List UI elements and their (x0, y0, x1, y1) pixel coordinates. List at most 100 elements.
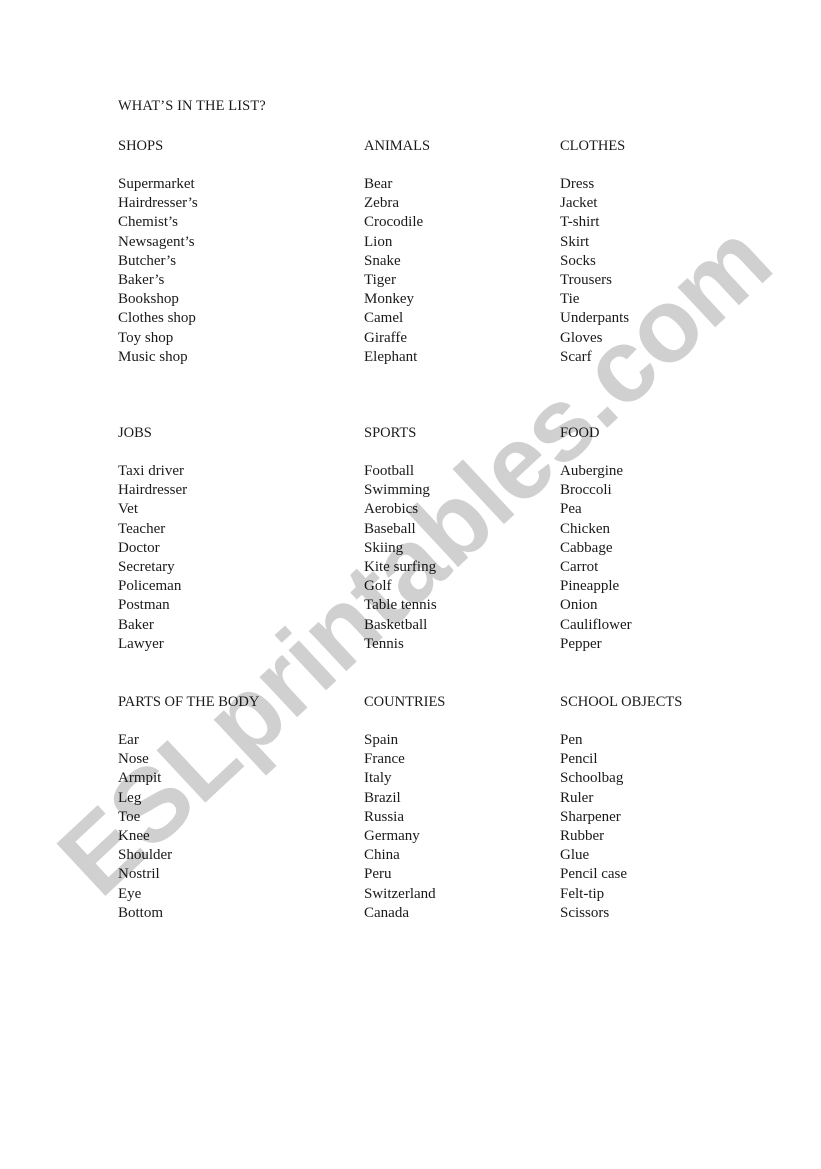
list-item: Crocodile (364, 214, 424, 231)
list-item: Broccoli (560, 482, 612, 499)
word-list: Supermarket Hairdresser’s Chemist’s Newsage… (118, 175, 198, 367)
section-animals: ANIMALS Bear Zebra Crocodile Lion Snake Tiger… (364, 137, 430, 367)
list-item: Pepper (560, 635, 602, 652)
word-list: Football Swimming Aerobics Baseball Skiing Ki… (364, 462, 437, 654)
section-shops: SHOPS Supermarket Hairdresser’s Chemist’s N… (118, 137, 198, 367)
list-item: Spain (364, 732, 399, 748)
list-item: Russia (364, 808, 405, 825)
list-item: Dress (560, 176, 595, 192)
list-item: Canada (364, 904, 409, 921)
list-item: Nose (118, 751, 149, 768)
list-item: Rubber (560, 827, 605, 844)
section-heading: JOBS (118, 425, 152, 441)
list-item: Toy shop (118, 329, 174, 346)
section-food: FOOD Aubergine Broccoli Pea Chicken Cabbage C… (560, 424, 632, 654)
section-heading: CLOTHES (560, 138, 626, 154)
worksheet-page: WHAT’S IN THE LIST? SHOPS Supermarket Hai… (0, 0, 821, 1169)
list-item: Pencil (560, 751, 598, 768)
list-item: T-shirt (560, 214, 600, 231)
list-item: Hairdresser’s (118, 195, 198, 212)
list-item: Aerobics (364, 501, 419, 518)
word-list: Pen Pencil Schoolbag Ruler Sharpener Rubber Gl… (560, 731, 682, 923)
list-item: Postman (118, 597, 170, 614)
section-clothes: CLOTHES Dress Jacket T-shirt Skirt Socks Trou… (560, 137, 629, 367)
list-item: Nostril (118, 866, 160, 883)
list-item: Tiger (364, 271, 396, 288)
list-item: Cauliflower (560, 616, 632, 633)
list-item: Gloves (560, 329, 603, 346)
list-item: Elephant (364, 348, 418, 365)
list-item: Ruler (560, 789, 594, 806)
section-sports: SPORTS Football Swimming Aerobics Baseball S… (364, 424, 437, 654)
section-heading: FOOD (560, 425, 600, 441)
list-item: Peru (364, 866, 392, 883)
list-item: Lawyer (118, 635, 164, 652)
list-item: Eye (118, 885, 142, 902)
page-title: WHAT’S IN THE LIST? (118, 98, 266, 114)
list-item: Leg (118, 789, 142, 806)
section-heading: SCHOOL OBJECTS (560, 694, 683, 710)
list-item: Sharpener (560, 808, 621, 825)
section-countries: COUNTRIES Spain France Italy Brazil Russia Ge… (364, 693, 445, 923)
list-item: Snake (364, 252, 401, 269)
list-item: Zebra (364, 195, 399, 212)
list-item: Armpit (118, 770, 162, 787)
word-list: Taxi driver Hairdresser Vet Teacher Doctor Se… (118, 462, 187, 654)
list-item: Germany (364, 827, 420, 844)
list-item: Newsagent’s (118, 233, 195, 250)
section-parts-of-the-body: PARTS OF THE BODY Ear Nose Armpit Leg Toe Kne… (118, 693, 259, 923)
section-jobs: JOBS Taxi driver Hairdresser Vet Teacher Doc… (118, 424, 187, 654)
list-item: Supermarket (118, 176, 195, 192)
list-item: Football (364, 463, 415, 479)
list-item: Pea (560, 501, 582, 518)
list-item: Felt-tip (560, 885, 605, 902)
list-item: Socks (560, 252, 596, 269)
list-item: Tie (560, 291, 580, 308)
list-item: Policeman (118, 578, 182, 595)
list-item: Underpants (560, 310, 630, 327)
list-item: Camel (364, 310, 404, 327)
list-item: Schoolbag (560, 770, 624, 787)
section-heading: SHOPS (118, 138, 164, 154)
list-item: Kite surfing (364, 558, 437, 575)
section-heading: PARTS OF THE BODY (118, 694, 260, 710)
list-item: Golf (364, 578, 392, 595)
list-item: Giraffe (364, 329, 408, 346)
word-list: Bear Zebra Crocodile Lion Snake Tiger Monkey Ca… (364, 175, 430, 367)
list-item: Chicken (560, 520, 610, 537)
list-item: Switzerland (364, 885, 436, 902)
list-item: Bottom (118, 904, 164, 921)
list-item: Brazil (364, 789, 401, 806)
section-heading: SPORTS (364, 425, 417, 441)
list-item: Table tennis (364, 597, 437, 614)
word-list: Dress Jacket T-shirt Skirt Socks Trousers Tie U… (560, 175, 629, 367)
word-list: Aubergine Broccoli Pea Chicken Cabbage Carrot… (560, 462, 632, 654)
list-item: Skirt (560, 233, 590, 250)
word-list: Ear Nose Armpit Leg Toe Knee Shoulder Nostril Ey… (118, 731, 259, 923)
list-item: Italy (364, 770, 392, 787)
list-item: Pencil case (560, 866, 628, 883)
list-item: Scissors (560, 904, 610, 921)
list-item: Bear (364, 176, 393, 192)
section-school-objects: SCHOOL OBJECTS Pen Pencil Schoolbag Ruler Sh… (560, 693, 682, 923)
list-item: Onion (560, 597, 598, 614)
list-item: Pineapple (560, 578, 620, 595)
list-item: Monkey (364, 291, 414, 308)
list-item: Basketball (364, 616, 428, 633)
list-item: Music shop (118, 348, 188, 365)
list-item: Trousers (560, 271, 612, 288)
list-item: Scarf (560, 348, 592, 365)
list-item: Baker (118, 616, 154, 633)
list-item: Pen (560, 732, 583, 748)
list-item: Vet (118, 501, 138, 518)
list-item: Baseball (364, 520, 416, 537)
list-item: Skiing (364, 539, 404, 556)
list-item: Carrot (560, 558, 599, 575)
list-item: Doctor (118, 539, 160, 556)
list-item: Teacher (118, 520, 166, 537)
list-item: Secretary (118, 558, 175, 575)
word-list: Spain France Italy Brazil Russia Germany China… (364, 731, 445, 923)
list-item: Swimming (364, 482, 430, 499)
list-item: Aubergine (560, 463, 624, 479)
list-item: Glue (560, 847, 590, 864)
